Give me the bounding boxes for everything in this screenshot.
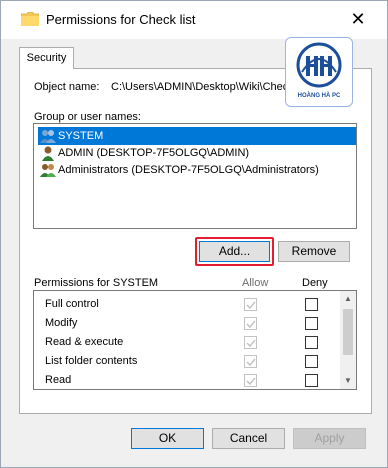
deny-column-header: Deny bbox=[302, 277, 328, 289]
permissions-label: Permissions for SYSTEM bbox=[34, 277, 159, 289]
group-users-icon bbox=[40, 164, 56, 177]
cancel-button[interactable]: Cancel bbox=[212, 428, 285, 449]
permissions-scrollbar[interactable]: ▲ ▼ bbox=[340, 291, 356, 389]
permission-name: Full control bbox=[45, 298, 99, 310]
group-names-label: Group or user names: bbox=[34, 111, 141, 123]
permissions-dialog: Permissions for Check list ✕ Security HO… bbox=[0, 0, 388, 468]
deny-checkbox[interactable] bbox=[305, 355, 318, 368]
allow-column-header: Allow bbox=[242, 277, 269, 289]
add-button[interactable]: Add... bbox=[199, 241, 270, 262]
list-item-system[interactable]: SYSTEM bbox=[38, 127, 356, 145]
remove-button[interactable]: Remove bbox=[278, 241, 350, 262]
check-icon bbox=[246, 320, 256, 329]
check-icon bbox=[246, 377, 256, 386]
allow-checkbox bbox=[244, 336, 257, 349]
window-title: Permissions for Check list bbox=[46, 12, 196, 27]
allow-checkbox bbox=[244, 298, 257, 311]
object-name-label: Object name: bbox=[34, 81, 100, 93]
permission-row: Full control bbox=[34, 295, 340, 314]
folder-icon bbox=[21, 12, 39, 26]
brand-logo-caption: HOÀNG HÀ PC bbox=[297, 93, 341, 99]
permission-name: Modify bbox=[45, 317, 78, 329]
user-icon bbox=[42, 146, 54, 161]
title-bar: Permissions for Check list ✕ bbox=[1, 1, 387, 39]
group-user-list[interactable]: SYSTEM ADMIN (DESKTOP-7F5OLGQ\ADMIN) Adm… bbox=[33, 123, 357, 229]
scroll-thumb[interactable] bbox=[343, 309, 353, 355]
list-item-label: SYSTEM bbox=[58, 130, 104, 142]
allow-checkbox bbox=[244, 317, 257, 330]
list-item-admin[interactable]: ADMIN (DESKTOP-7F5OLGQ\ADMIN) bbox=[38, 144, 356, 162]
permissions-list: Full control Modify Read & execute List … bbox=[33, 290, 357, 390]
check-icon bbox=[246, 358, 256, 367]
close-icon[interactable]: ✕ bbox=[345, 7, 371, 31]
permission-row: List folder contents bbox=[34, 352, 340, 371]
list-item-label: ADMIN (DESKTOP-7F5OLGQ\ADMIN) bbox=[58, 147, 250, 159]
deny-checkbox[interactable] bbox=[305, 336, 318, 349]
scroll-down-icon[interactable]: ▼ bbox=[340, 373, 356, 389]
permission-name: List folder contents bbox=[45, 355, 138, 367]
brand-logo: HOÀNG HÀ PC bbox=[285, 37, 353, 107]
tab-security[interactable]: Security bbox=[19, 47, 74, 69]
permission-name: Read & execute bbox=[45, 336, 124, 348]
permission-row: Read & execute bbox=[34, 333, 340, 352]
check-icon bbox=[246, 301, 256, 310]
object-name-value: C:\Users\ADMIN\Desktop\Wiki\Check list bbox=[111, 81, 311, 93]
allow-checkbox bbox=[244, 355, 257, 368]
deny-checkbox[interactable] bbox=[305, 374, 318, 387]
scroll-up-icon[interactable]: ▲ bbox=[340, 291, 356, 307]
group-users-icon bbox=[40, 130, 56, 143]
list-item-label: Administrators (DESKTOP-7F5OLGQ\Administ… bbox=[58, 164, 319, 176]
brand-logo-emblem bbox=[296, 42, 342, 88]
deny-checkbox[interactable] bbox=[305, 317, 318, 330]
deny-checkbox[interactable] bbox=[305, 298, 318, 311]
permission-row: Modify bbox=[34, 314, 340, 333]
ok-button[interactable]: OK bbox=[131, 428, 204, 449]
permission-name: Read bbox=[45, 374, 72, 386]
apply-button[interactable]: Apply bbox=[293, 428, 366, 449]
permission-row: Read bbox=[34, 371, 340, 389]
list-item-administrators[interactable]: Administrators (DESKTOP-7F5OLGQ\Administ… bbox=[38, 161, 356, 179]
check-icon bbox=[246, 339, 256, 348]
allow-checkbox bbox=[244, 374, 257, 387]
